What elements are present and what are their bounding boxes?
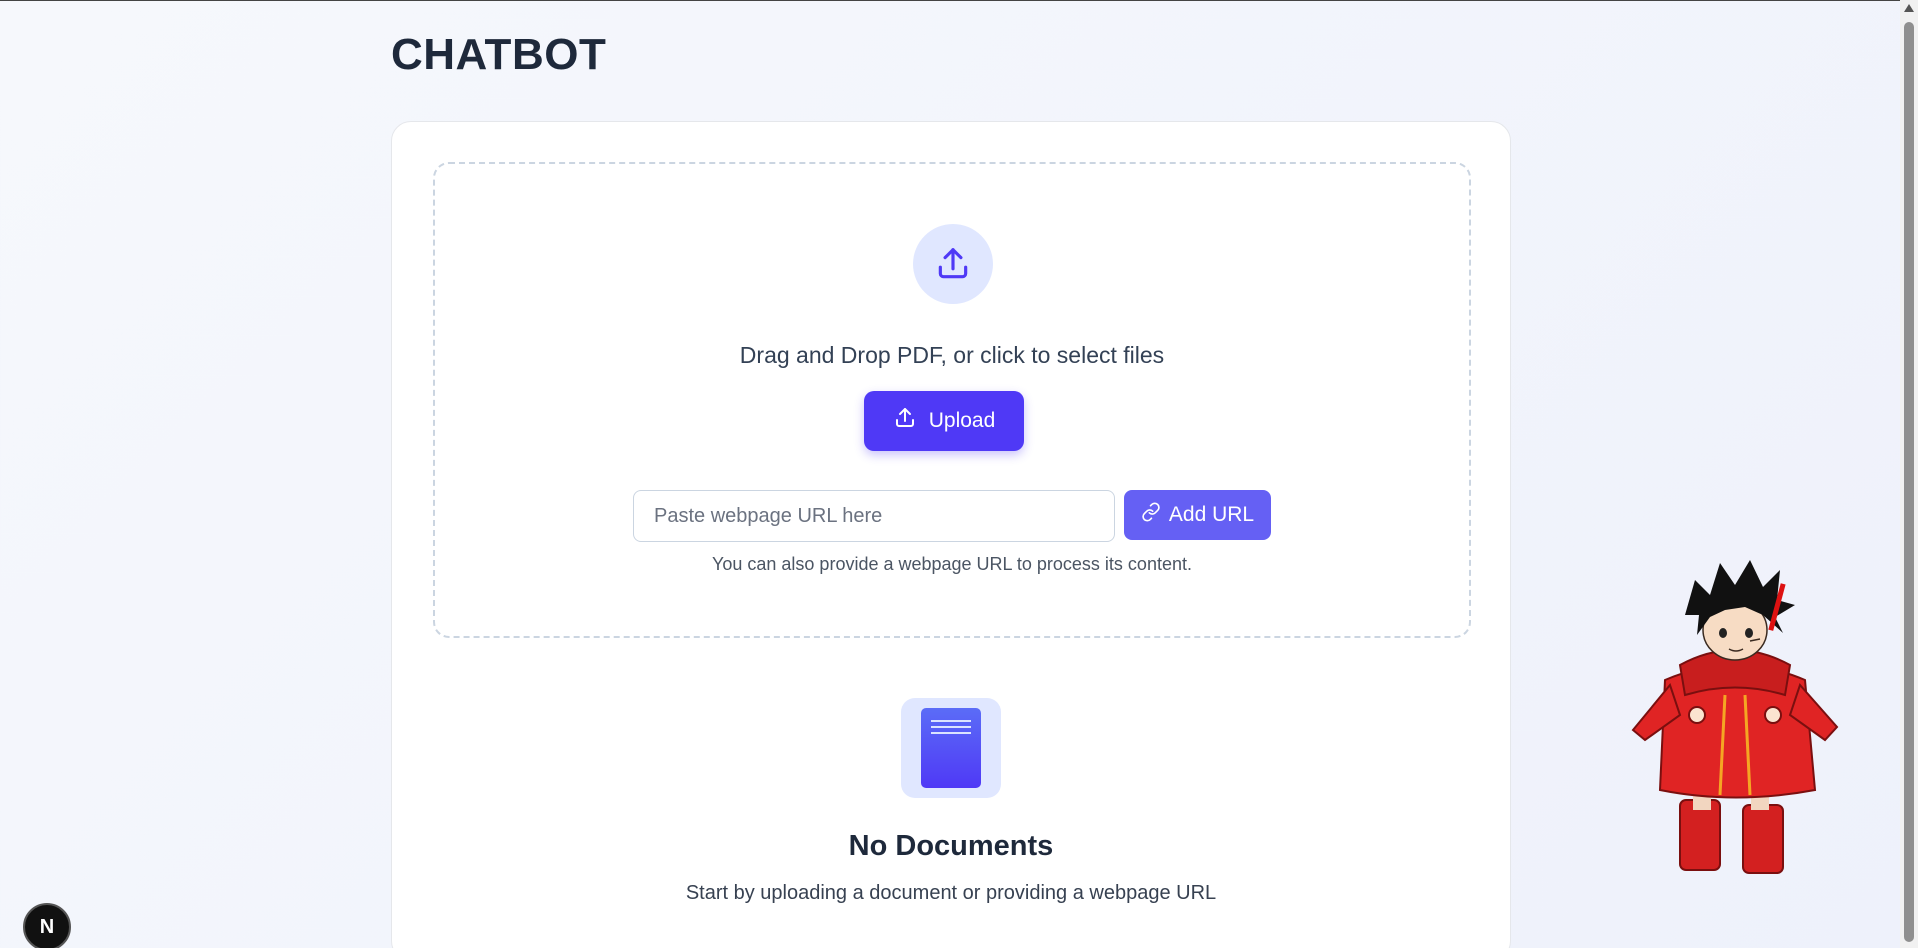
page-title: CHATBOT [391,30,607,79]
upload-button-icon [893,406,917,436]
scroll-up-arrow-icon[interactable] [1904,4,1914,12]
document-icon [901,698,1001,798]
file-dropzone[interactable]: Drag and Drop PDF, or click to select fi… [433,162,1471,638]
scrollbar-thumb[interactable] [1904,22,1914,942]
upload-icon [913,224,993,304]
add-url-button-label: Add URL [1168,503,1255,526]
empty-state-title: No Documents [848,830,1054,862]
main-card: Drag and Drop PDF, or click to select fi… [391,121,1511,948]
upload-button[interactable]: Upload [864,391,1024,451]
mascot-character-image [1625,555,1855,880]
nextjs-dev-badge[interactable]: N [23,903,71,948]
link-icon [1141,502,1161,528]
empty-state-subtitle: Start by uploading a document or providi… [685,882,1217,904]
dropzone-instructions: Drag and Drop PDF, or click to select fi… [739,342,1165,368]
window-top-border [0,0,1900,1]
url-input[interactable] [633,490,1115,542]
add-url-button[interactable]: Add URL [1124,490,1271,540]
upload-button-label: Upload [928,409,996,432]
vertical-scrollbar[interactable] [1900,0,1918,948]
url-hint: You can also provide a webpage URL to pr… [712,554,1192,574]
